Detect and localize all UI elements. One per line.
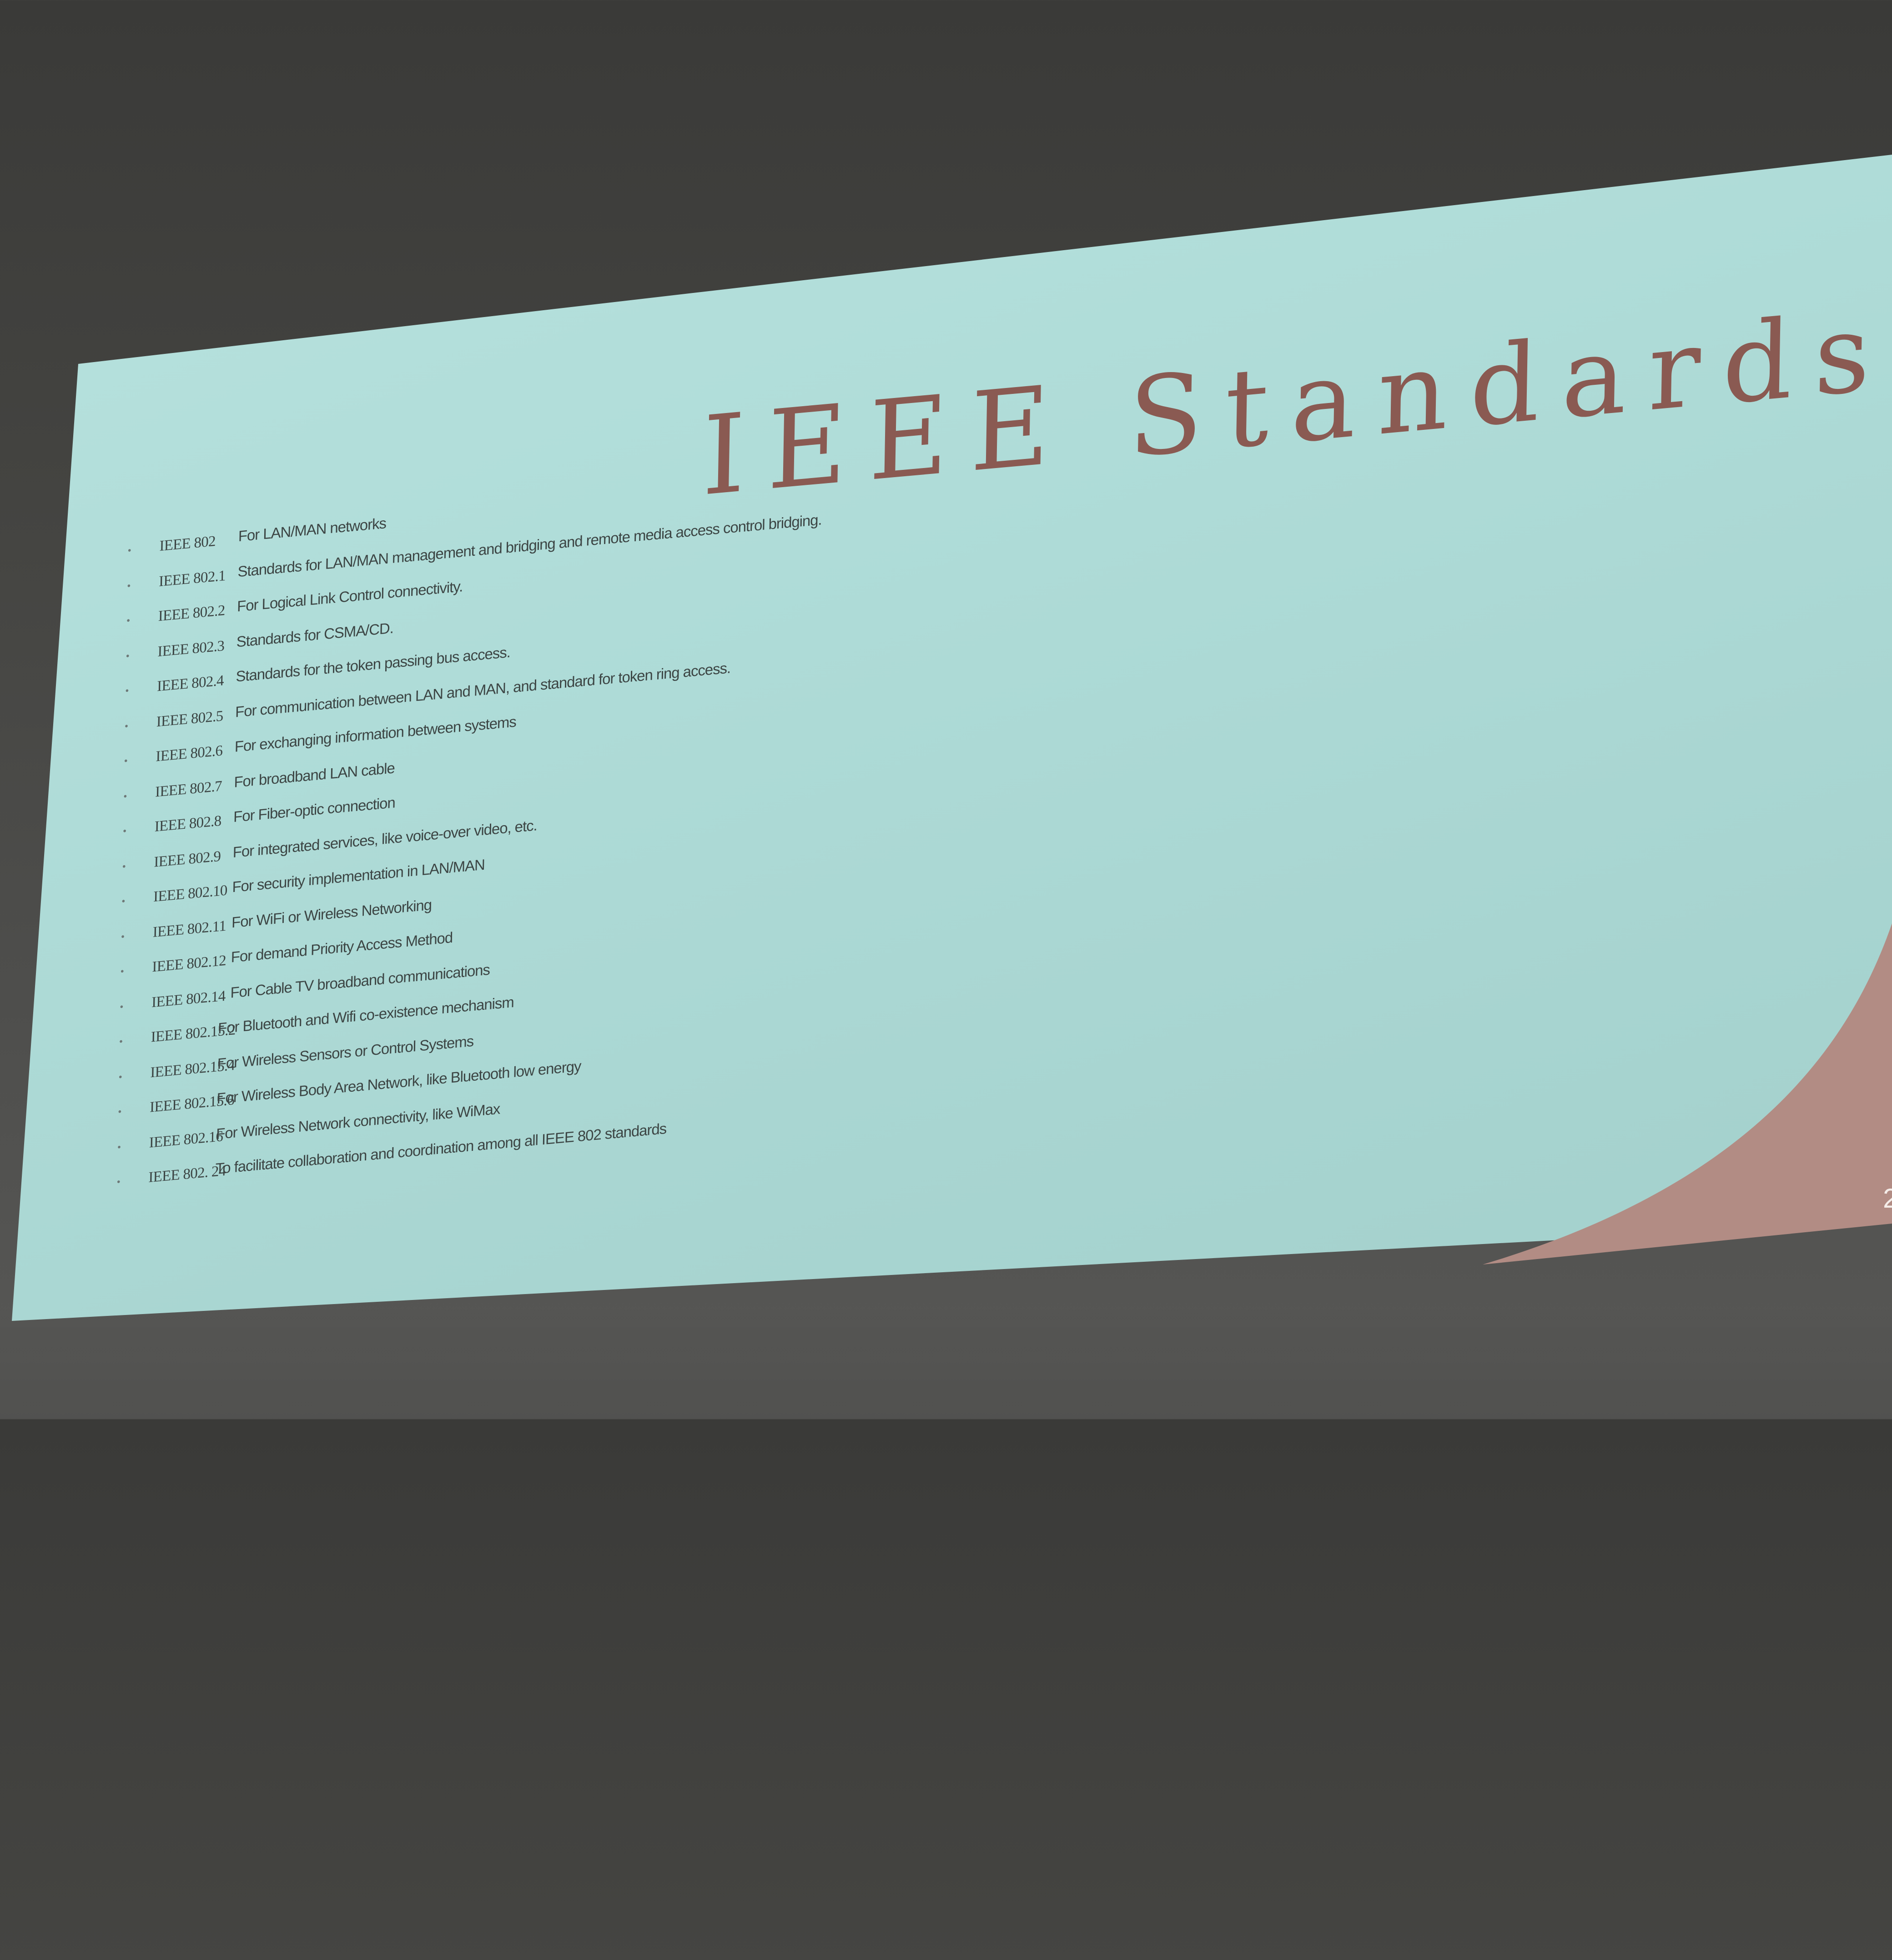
standard-description: Standards for the token passing bus acce… — [236, 644, 511, 686]
bullet-icon: • — [120, 965, 124, 977]
standard-code: IEEE 802.14 — [151, 988, 226, 1011]
list-item: • IEEE 802.5 For communication between L… — [125, 660, 730, 750]
bullet-icon: • — [123, 825, 126, 837]
standard-code: IEEE 802.8 — [154, 812, 221, 836]
standard-code: IEEE 802.10 — [153, 882, 227, 906]
bullet-icon: • — [125, 720, 128, 731]
list-item: • IEEE 802.2 For Logical Link Control co… — [126, 579, 463, 644]
standard-code: IEEE 802.2 — [158, 602, 225, 625]
bullet-icon: • — [118, 1071, 122, 1083]
standard-code: IEEE 802.1 — [158, 567, 226, 590]
standard-description: For demand Priority Access Method — [231, 930, 453, 967]
standard-description: Standards for CSMA/CD. — [236, 620, 394, 651]
list-item: • IEEE 802.14 For Cable TV broadband com… — [120, 962, 490, 1030]
standard-description: For Wireless Sensors or Control Systems — [217, 1033, 474, 1073]
standard-description: For exchanging information between syste… — [234, 714, 517, 756]
slide-page-number: 2 — [1883, 1183, 1892, 1214]
standard-description: For integrated services, like voice-over… — [232, 817, 537, 861]
list-item: • IEEE 802.7 For broadband LAN cable — [124, 760, 395, 820]
list-item: • IEEE 802.16 For Wireless Network conne… — [117, 1101, 500, 1170]
standard-description: For broadband LAN cable — [234, 760, 395, 791]
bullet-icon: • — [122, 860, 126, 872]
bullet-icon: • — [117, 1141, 121, 1153]
bullet-icon: • — [121, 930, 124, 942]
bullet-icon: • — [116, 1176, 120, 1188]
bullet-icon: • — [118, 1106, 121, 1118]
bullet-icon: • — [123, 790, 127, 802]
standard-code: IEEE 802.4 — [156, 672, 224, 695]
standard-code: IEEE 802.3 — [157, 637, 225, 660]
standard-code: IEEE 802.9 — [154, 848, 221, 871]
standard-description: For Logical Link Control connectivity. — [236, 579, 463, 616]
standard-description: For Fiber-optic connection — [233, 795, 395, 826]
standard-code: IEEE 802.7 — [155, 777, 222, 801]
bullet-icon: • — [120, 1000, 123, 1012]
slide-content: IEEE Standards: 802 • IEEE 802 For LAN/M… — [117, 252, 1892, 1958]
bullet-icon: • — [127, 544, 131, 556]
standard-code: IEEE 802. 24 — [148, 1163, 226, 1186]
list-item: • IEEE 802.12 For demand Priority Access… — [121, 930, 453, 995]
standard-code: IEEE 802.12 — [152, 952, 226, 976]
standard-description: For Bluetooth and Wifi co-existence mech… — [217, 994, 514, 1038]
standard-code: IEEE 802.6 — [156, 742, 223, 766]
standard-code: IEEE 802.16 — [149, 1128, 223, 1151]
bullet-icon: • — [125, 685, 129, 696]
list-item: • IEEE 802.9 For integrated services, li… — [122, 817, 537, 890]
bullet-icon: • — [124, 755, 127, 766]
standard-description: For Wireless Network connectivity, like … — [216, 1100, 500, 1143]
standard-description: For security implementation in LAN/MAN — [232, 857, 485, 897]
standard-description: For WiFi or Wireless Networking — [231, 897, 432, 932]
bullet-icon: • — [121, 895, 125, 907]
bullet-icon: • — [127, 579, 131, 591]
standard-description: For Cable TV broadband communications — [230, 961, 490, 1002]
standard-code: IEEE 802.11 — [152, 917, 226, 941]
list-item: • IEEE 802.10 For security implementatio… — [122, 857, 485, 925]
bullet-icon: • — [126, 650, 129, 661]
bullet-icon: • — [126, 615, 130, 626]
bullet-icon: • — [119, 1036, 122, 1047]
standard-code: IEEE 802.5 — [156, 707, 223, 731]
